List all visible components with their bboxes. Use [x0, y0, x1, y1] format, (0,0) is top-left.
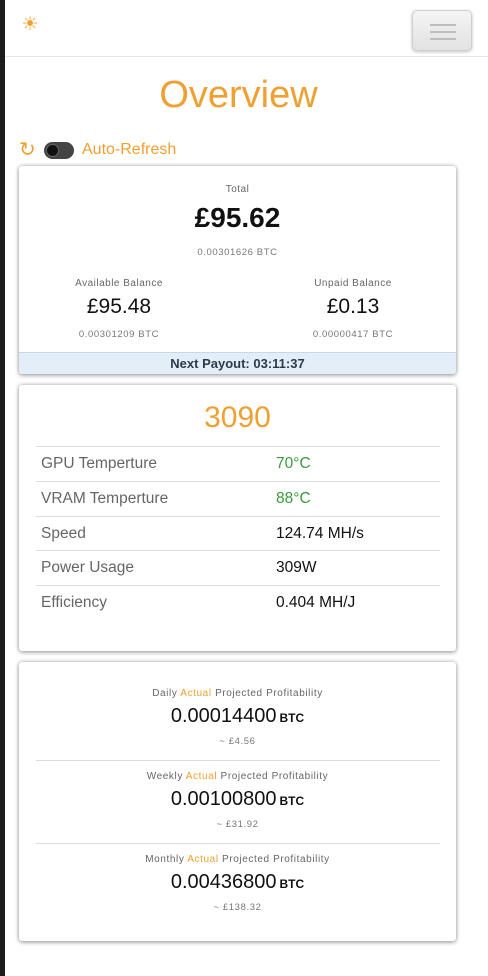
unpaid-balance-label: Unpaid Balance — [314, 278, 392, 289]
actual-highlight: Actual — [185, 771, 218, 782]
gpu-card: 3090 GPU Temperture 70°C VRAM Temperture… — [19, 385, 456, 651]
btc-amount: 0.00436800 — [170, 871, 277, 893]
fiat-estimate: ~ £138.32 — [213, 902, 262, 913]
stat-label: VRAM Temperture — [41, 489, 169, 507]
auto-refresh-toggle[interactable] — [44, 141, 74, 159]
profitability-caption: Monthly Actual Projected Profitability — [19, 854, 456, 865]
actual-highlight: Actual — [180, 688, 212, 699]
table-row: GPU Temperture 70°C — [36, 446, 440, 481]
stat-label: Efficiency — [41, 594, 108, 612]
hamburger-icon-bar — [430, 24, 456, 26]
period-label: Weekly — [146, 771, 183, 782]
monthly-profitability: Monthly Actual Projected Profitability 0… — [19, 854, 456, 913]
stat-value: 0.404 MH/J — [276, 594, 356, 612]
stat-label: GPU Temperture — [41, 455, 158, 472]
stat-value: 309W — [276, 559, 317, 577]
actual-highlight: Actual — [187, 854, 219, 865]
weekly-profitability: Weekly Actual Projected Profitability 0.… — [19, 771, 456, 830]
sun-icon[interactable]: ☀ — [19, 14, 41, 36]
divider — [36, 760, 440, 761]
daily-profitability: Daily Actual Projected Profitability 0.0… — [19, 688, 456, 747]
stat-value: 70°C — [276, 455, 311, 472]
auto-refresh-label: Auto-Refresh — [82, 141, 177, 158]
divider — [36, 843, 440, 844]
auto-refresh-control: ↻ Auto-Refresh — [19, 139, 176, 161]
balance-card: Total £95.62 0.00301626 BTC Available Ba… — [19, 166, 456, 374]
profitability-card: Daily Actual Projected Profitability 0.0… — [19, 662, 456, 941]
profitability-value: 0.00100800 BTC — [19, 788, 456, 811]
hamburger-icon-bar — [430, 31, 456, 33]
btc-unit: BTC — [279, 794, 305, 808]
next-payout-bar: Next Payout: 03:11:37 — [19, 352, 456, 374]
table-row: Power Usage 309W — [36, 550, 440, 585]
btc-amount: 0.00014400 — [170, 705, 277, 727]
unpaid-balance-value: £0.13 — [326, 295, 380, 318]
gpu-name: 3090 — [204, 401, 271, 434]
menu-toggle-button[interactable] — [412, 10, 472, 51]
stat-value: 124.74 MH/s — [276, 524, 364, 542]
total-btc: 0.00301626 BTC — [197, 247, 278, 258]
stat-label: Power Usage — [41, 559, 135, 577]
profitability-caption: Weekly Actual Projected Profitability — [19, 771, 456, 782]
profitability-caption: Daily Actual Projected Profitability — [19, 688, 456, 699]
btc-amount: 0.00100800 — [170, 788, 277, 810]
page: ☀ Overview ↻ Auto-Refresh Total £95.62 0… — [5, 0, 488, 976]
fiat-estimate: ~ £4.56 — [219, 736, 256, 747]
caption-suffix: Projected Profitability — [220, 771, 329, 782]
table-row: Speed 124.74 MH/s — [36, 515, 440, 551]
total-value: £95.62 — [194, 202, 281, 233]
period-label: Monthly — [145, 854, 185, 865]
table-row: Efficiency 0.404 MH/J — [36, 585, 440, 620]
refresh-icon[interactable]: ↻ — [19, 140, 39, 160]
caption-suffix: Projected Profitability — [215, 688, 323, 699]
navbar: ☀ — [5, 0, 488, 57]
table-row: VRAM Temperture 88°C — [36, 480, 440, 516]
page-title: Overview — [159, 74, 318, 116]
available-balance-value: £95.48 — [86, 295, 152, 318]
period-label: Daily — [152, 688, 178, 699]
btc-unit: BTC — [279, 877, 305, 891]
stat-label: Speed — [41, 524, 86, 542]
available-balance-btc: 0.00301209 BTC — [78, 329, 160, 340]
available-balance-label: Available Balance — [75, 278, 163, 289]
stat-value: 88°C — [276, 489, 311, 507]
gpu-stats-table: GPU Temperture 70°C VRAM Temperture 88°C… — [36, 446, 440, 620]
unpaid-balance-btc: 0.00000417 BTC — [312, 329, 394, 340]
total-label: Total — [225, 184, 250, 195]
profitability-value: 0.00014400 BTC — [19, 705, 456, 728]
profitability-value: 0.00436800 BTC — [19, 871, 456, 894]
hamburger-icon-bar — [430, 38, 456, 40]
toggle-knob — [46, 143, 59, 157]
caption-suffix: Projected Profitability — [222, 854, 330, 865]
fiat-estimate: ~ £31.92 — [216, 819, 259, 830]
btc-unit: BTC — [279, 711, 305, 725]
